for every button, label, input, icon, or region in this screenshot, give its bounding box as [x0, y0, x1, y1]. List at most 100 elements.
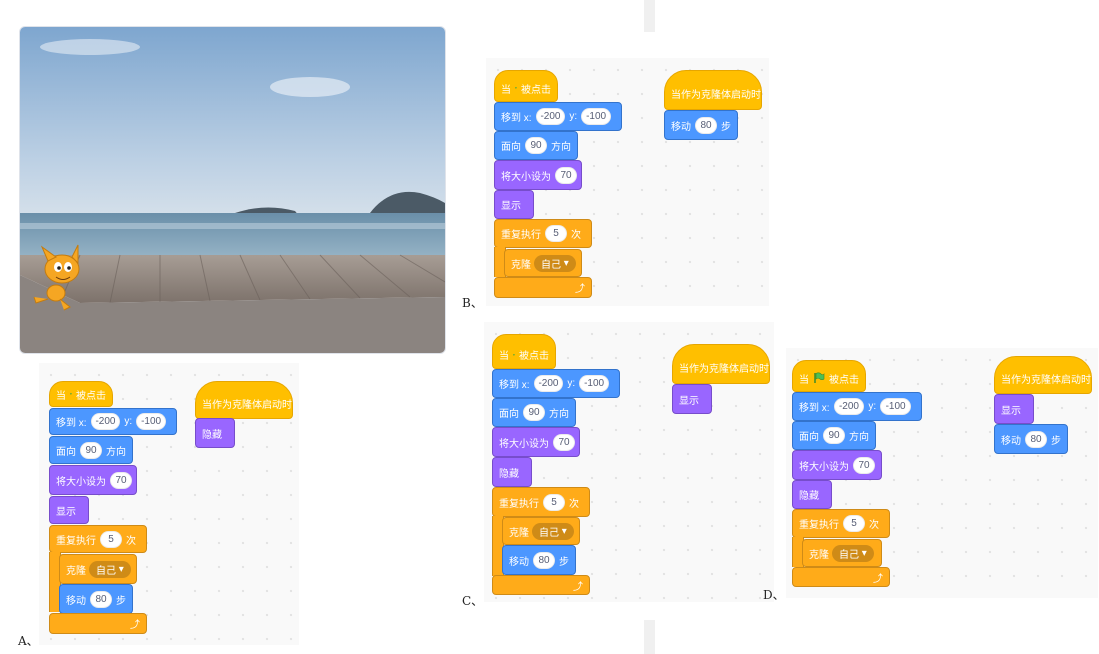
direction-input[interactable]: 90 [525, 137, 547, 154]
clone-target-dropdown[interactable]: 自己 ▾ [89, 560, 131, 578]
move-steps-input[interactable]: 80 [533, 551, 555, 569]
goto-label: 移到 x: [799, 403, 830, 414]
direction-input[interactable]: 90 [523, 404, 545, 421]
clone-start-label: 当作为克隆体启动时 [202, 399, 292, 411]
repeat-label: 重复执行 [501, 230, 541, 241]
x-input[interactable]: -200 [533, 375, 564, 392]
point-direction-block[interactable]: 面向 90 方向 [492, 398, 576, 427]
show-block[interactable]: 显示 [49, 496, 89, 524]
x-input[interactable]: -200 [90, 413, 121, 430]
show-block[interactable]: 显示 [494, 190, 534, 219]
x-input[interactable]: -200 [535, 108, 566, 125]
loop-arrow-icon: ⤴ [130, 620, 140, 631]
size-input[interactable]: 70 [553, 433, 575, 451]
direction-input[interactable]: 90 [823, 427, 845, 444]
move-label: 移动 [1001, 435, 1021, 447]
direction-input[interactable]: 90 [80, 441, 102, 459]
clone-label: 克隆 [66, 565, 86, 577]
goto-xy-block[interactable]: 移到 x: -200 y: -100 [494, 102, 622, 131]
hide-label: 隐藏 [499, 468, 519, 480]
when-flag-clicked-block[interactable]: 当 被点击 [49, 381, 113, 407]
point-direction-block[interactable]: 面向 90 方向 [792, 421, 876, 450]
set-size-block[interactable]: 将大小设为 70 [792, 450, 882, 480]
show-block[interactable]: 显示 [672, 384, 712, 414]
point-direction-block[interactable]: 面向 90 方向 [49, 436, 133, 464]
y-input[interactable]: -100 [581, 108, 611, 125]
clone-target-dropdown[interactable]: 自己 ▾ [532, 522, 574, 540]
clone-target-dropdown[interactable]: 自己 ▾ [534, 254, 576, 272]
size-input[interactable]: 70 [555, 166, 577, 184]
create-clone-block[interactable]: 克隆 自己 ▾ [504, 249, 582, 277]
times-label: 次 [869, 520, 879, 531]
move-steps-block[interactable]: 移动 80 步 [59, 584, 133, 614]
goto-xy-block[interactable]: 移到 x: -200 y: -100 [792, 392, 922, 421]
repeat-block[interactable]: 重复执行 5 次 [792, 509, 890, 538]
when-flag-clicked-block[interactable]: 当 被点击 [494, 70, 558, 102]
when-start-as-clone-block[interactable]: 当作为克隆体启动时 [672, 344, 770, 384]
repeat-block[interactable]: 重复执行 5 次 [49, 525, 147, 553]
set-size-label: 将大小设为 [499, 438, 549, 450]
clone-target-dropdown[interactable]: 自己 ▾ [832, 544, 874, 562]
set-size-label: 将大小设为 [799, 461, 849, 473]
point-label: 面向 [56, 446, 76, 458]
move-steps-block[interactable]: 移动 80 步 [502, 545, 576, 575]
repeat-count-input[interactable]: 5 [100, 530, 122, 548]
move-steps-input[interactable]: 80 [1025, 430, 1047, 448]
hide-block[interactable]: 隐藏 [492, 457, 532, 487]
clicked-label: 被点击 [521, 84, 551, 96]
repeat-block[interactable]: 重复执行 5 次 [494, 219, 592, 248]
steps-label: 步 [721, 121, 731, 133]
when-start-as-clone-block[interactable]: 当作为克隆体启动时 [994, 356, 1092, 394]
repeat-count-input[interactable]: 5 [543, 493, 565, 511]
move-steps-block[interactable]: 移动 80 步 [994, 424, 1068, 454]
create-clone-block[interactable]: 克隆 自己 ▾ [59, 554, 137, 584]
y-input[interactable]: -100 [136, 413, 166, 430]
direction-suffix: 方向 [849, 432, 869, 443]
when-flag-clicked-block[interactable]: 当 被点击 [792, 360, 866, 392]
goto-label: 移到 x: [501, 113, 532, 124]
set-size-block[interactable]: 将大小设为 70 [492, 427, 580, 457]
y-label: y: [569, 111, 578, 122]
set-size-block[interactable]: 将大小设为 70 [494, 160, 582, 190]
direction-suffix: 方向 [106, 446, 126, 458]
loop-arrow-icon: ⤴ [575, 284, 585, 295]
goto-xy-block[interactable]: 移到 x: -200 y: -100 [49, 408, 177, 435]
y-input[interactable]: -100 [880, 398, 911, 415]
point-label: 面向 [501, 142, 521, 153]
green-flag-icon [814, 372, 825, 383]
loop-arrow-icon: ⤴ [873, 573, 883, 585]
stage-backdrop [20, 27, 445, 353]
green-flag-icon [70, 393, 72, 395]
move-steps-input[interactable]: 80 [90, 590, 112, 608]
repeat-label: 重复执行 [56, 535, 96, 547]
hide-block[interactable]: 隐藏 [792, 480, 832, 509]
dropdown-arrow-icon: ▾ [561, 525, 567, 537]
size-input[interactable]: 70 [110, 471, 132, 489]
option-label-c: C、 [462, 594, 484, 608]
direction-suffix: 方向 [549, 409, 569, 420]
move-steps-block[interactable]: 移动 80 步 [664, 110, 738, 140]
size-input[interactable]: 70 [853, 456, 875, 474]
y-input[interactable]: -100 [579, 375, 609, 392]
repeat-block-end: ⤴ [792, 567, 890, 587]
repeat-count-input[interactable]: 5 [843, 515, 865, 532]
move-steps-input[interactable]: 80 [695, 116, 717, 134]
move-label: 移动 [509, 556, 529, 568]
set-size-block[interactable]: 将大小设为 70 [49, 465, 137, 495]
when-start-as-clone-block[interactable]: 当作为克隆体启动时 [195, 381, 293, 419]
x-input[interactable]: -200 [833, 398, 865, 415]
create-clone-block[interactable]: 克隆 自己 ▾ [802, 539, 882, 567]
point-direction-block[interactable]: 面向 90 方向 [494, 131, 578, 160]
when-start-as-clone-block[interactable]: 当作为克隆体启动时 [664, 70, 762, 110]
show-block[interactable]: 显示 [994, 394, 1034, 424]
clone-start-label: 当作为克隆体启动时 [679, 363, 769, 375]
repeat-count-input[interactable]: 5 [545, 225, 567, 242]
dropdown-arrow-icon: ▾ [118, 563, 124, 575]
clone-start-label: 当作为克隆体启动时 [671, 89, 761, 101]
create-clone-block[interactable]: 克隆 自己 ▾ [502, 517, 580, 545]
hide-block[interactable]: 隐藏 [195, 418, 235, 448]
bottom-divider [644, 620, 655, 654]
repeat-block[interactable]: 重复执行 5 次 [492, 487, 590, 517]
goto-xy-block[interactable]: 移到 x: -200 y: -100 [492, 369, 620, 398]
when-flag-clicked-block[interactable]: 当 被点击 [492, 334, 556, 369]
